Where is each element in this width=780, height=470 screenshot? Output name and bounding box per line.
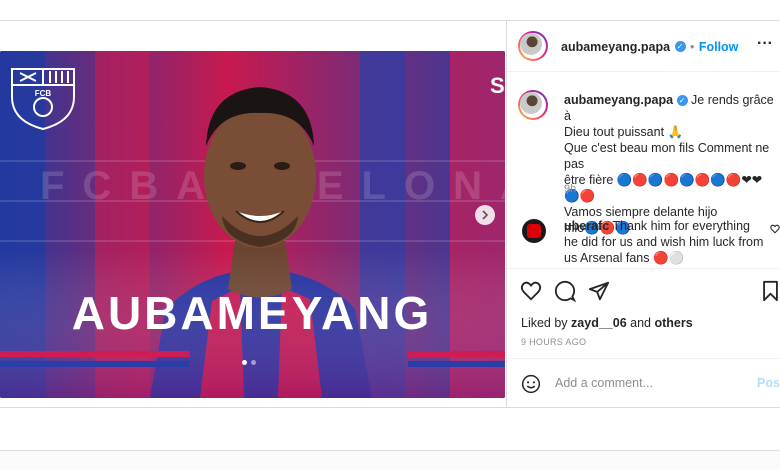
comment-line: us Arsenal fans 🔴⚪: [564, 251, 685, 265]
arsenal-crest-icon: [527, 224, 541, 238]
bookmark-icon[interactable]: [761, 280, 780, 302]
follow-button[interactable]: Follow: [699, 40, 739, 54]
author-username[interactable]: aubameyang.papa: [561, 40, 670, 54]
partial-text: S: [490, 73, 505, 98]
banner-name: AUBAMEYANG: [72, 287, 433, 339]
verified-icon: ✓: [674, 41, 686, 53]
bottom-bar: [0, 407, 780, 451]
liked-by-prefix: Liked by: [521, 316, 568, 330]
liked-by-others[interactable]: others: [654, 316, 692, 330]
liked-by-user[interactable]: zayd__06: [571, 316, 627, 330]
post-header: aubameyang.papa ✓ • Follow ···: [507, 21, 780, 72]
comment-icon[interactable]: [554, 280, 576, 302]
post-side-panel: aubameyang.papa ✓ • Follow ··· aubameyan…: [507, 21, 780, 407]
more-icon[interactable]: ···: [757, 35, 773, 53]
post-image: FCBARCELONA S FCB: [0, 51, 505, 398]
comment-line: Thank him for everything: [612, 219, 750, 233]
emoji-icon[interactable]: [521, 374, 541, 394]
post-timestamp: 9 HOURS AGO: [521, 337, 587, 347]
caption-time: 9h: [564, 183, 577, 195]
comment-like-icon[interactable]: [770, 224, 780, 234]
share-icon[interactable]: [588, 280, 610, 302]
top-bar: [0, 0, 780, 21]
carousel-dot-active: [242, 360, 247, 365]
comment-line: he did for us and wish him luck from: [564, 235, 764, 249]
post-media[interactable]: FCBARCELONA S FCB: [0, 51, 505, 398]
comment-author[interactable]: uberafc: [564, 219, 609, 233]
author-avatar[interactable]: [518, 31, 548, 61]
crest-text: FCB: [35, 89, 52, 98]
carousel-dot: [251, 360, 256, 365]
dot-separator: •: [689, 40, 695, 54]
caption-line: Dieu tout puissant 🙏: [564, 125, 684, 139]
comment: uberafc Thank him for everything he did …: [564, 218, 769, 266]
heart-icon[interactable]: [520, 280, 542, 302]
likes-line: Liked by zayd__06 and others: [521, 316, 693, 330]
caption-author[interactable]: aubameyang.papa: [564, 93, 673, 107]
verified-icon: ✓: [676, 95, 688, 107]
carousel-dots: [242, 360, 256, 365]
liked-by-and: and: [630, 316, 651, 330]
comment-input[interactable]: Add a comment...: [555, 376, 653, 390]
post-comment-button[interactable]: Post: [757, 376, 780, 390]
header-line: aubameyang.papa ✓ • Follow: [561, 38, 738, 56]
post-card: FCBARCELONA S FCB: [0, 21, 780, 407]
comment-divider: [507, 358, 780, 359]
commenter-avatar[interactable]: [522, 219, 546, 243]
caption-line: Que c'est beau mon fils Comment ne pas: [564, 141, 770, 171]
actions-divider: [507, 268, 780, 269]
caption-avatar[interactable]: [518, 90, 548, 120]
caption: aubameyang.papa ✓ Je rends grâce à Dieu …: [564, 92, 778, 236]
next-arrow-icon[interactable]: [475, 205, 495, 225]
caption-line: être fière 🔵🔴🔵🔴🔵🔴🔵🔴❤❤🔵🔴: [564, 173, 763, 203]
